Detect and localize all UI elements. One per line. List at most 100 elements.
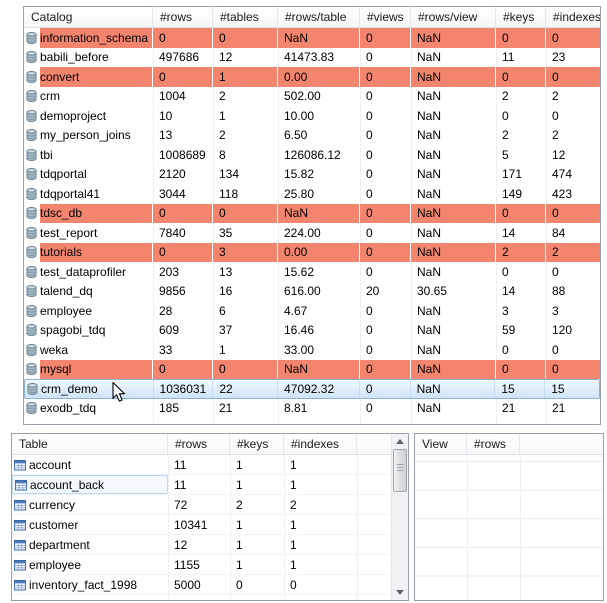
name-label: department: [29, 538, 90, 552]
catalog-row-exodb_tdq[interactable]: exodb_tdq185218.810NaN2121: [24, 399, 600, 419]
column-header--tables[interactable]: #tables: [213, 7, 278, 27]
catalog-row-tdsc_db[interactable]: tdsc_db00NaN0NaN00: [24, 204, 600, 224]
name-cell: tutorials: [24, 243, 153, 263]
value-cell: 0: [360, 126, 411, 146]
value-cell: 25.80: [278, 184, 360, 204]
column-header-view[interactable]: View: [415, 434, 467, 454]
tables-row-account[interactable]: account1111: [12, 455, 392, 475]
catalog-row-tutorials[interactable]: tutorials030.000NaN22: [24, 243, 600, 263]
column-header-blank[interactable]: [357, 434, 392, 454]
value-cell: 4.67: [278, 301, 360, 321]
name-cell: weka: [24, 340, 153, 360]
value-cell: 3044: [153, 184, 213, 204]
value-cell: 0: [360, 67, 411, 87]
column-header--rows-view[interactable]: #rows/view: [411, 7, 496, 27]
value-cell: NaN: [411, 399, 496, 419]
value-cell: 21: [496, 399, 546, 419]
scroll-thumb[interactable]: [393, 449, 407, 492]
value-cell: 0: [496, 204, 546, 224]
catalog-row-crm_demo[interactable]: crm_demo10360312247092.320NaN1515: [24, 379, 600, 399]
name-label: customer: [29, 518, 78, 532]
catalog-row-test_dataprofiler[interactable]: test_dataprofiler2031315.620NaN00: [24, 262, 600, 282]
value-cell: 497686: [153, 48, 213, 68]
tables-row-customer[interactable]: customer1034111: [12, 515, 392, 535]
value-cell: NaN: [411, 380, 496, 398]
value-cell: 28: [153, 301, 213, 321]
catalog-row-spagobi_tdq[interactable]: spagobi_tdq6093716.460NaN59120: [24, 321, 600, 341]
catalog-row-test_report[interactable]: test_report784035224.000NaN1484: [24, 223, 600, 243]
name-cell: demoproject: [24, 106, 153, 126]
triangle-up-icon: [396, 439, 404, 444]
catalog-row-crm[interactable]: crm10042502.000NaN22: [24, 87, 600, 107]
name-cell: account: [12, 455, 168, 474]
table-icon: [15, 479, 27, 491]
name-cell: account_back: [12, 475, 168, 494]
tables-row-employee[interactable]: employee115511: [12, 555, 392, 575]
tables-row-department[interactable]: department1211: [12, 535, 392, 555]
name-label: my_person_joins: [40, 128, 131, 142]
value-cell: 12: [546, 145, 600, 165]
column-header--keys[interactable]: #keys: [496, 7, 546, 27]
value-cell: 22: [213, 380, 278, 398]
value-cell: [357, 535, 392, 554]
catalog-row-mysql[interactable]: mysql00NaN0NaN00: [24, 360, 600, 380]
value-cell: 0: [360, 204, 411, 224]
column-header-catalog[interactable]: Catalog: [24, 7, 153, 27]
scroll-down-button[interactable]: [392, 585, 408, 600]
tables-row-account_back[interactable]: account_back1111: [12, 475, 392, 495]
value-cell: 1: [284, 515, 357, 534]
value-cell: [357, 475, 392, 494]
column-header--rows[interactable]: #rows: [153, 7, 213, 27]
database-icon: [26, 149, 37, 161]
value-cell: 0: [496, 106, 546, 126]
column-header--rows-table[interactable]: #rows/table: [278, 7, 360, 27]
database-icon: [26, 402, 37, 414]
catalog-row-information_schema[interactable]: information_schema00NaN0NaN00: [24, 28, 600, 48]
value-cell: NaN: [411, 262, 496, 282]
catalog-row-talend_dq[interactable]: talend_dq985616616.002030.651488: [24, 282, 600, 302]
value-cell: 0: [153, 360, 213, 380]
views-table-header: View#rows: [415, 434, 603, 455]
value-cell: 30.65: [411, 282, 496, 302]
catalog-row-weka[interactable]: weka33133.000NaN00: [24, 340, 600, 360]
value-cell: 16: [213, 282, 278, 302]
column-header--keys[interactable]: #keys: [230, 434, 284, 454]
name-label: spagobi_tdq: [40, 323, 105, 337]
database-icon: [26, 71, 37, 83]
column-header--rows[interactable]: #rows: [168, 434, 230, 454]
catalog-row-tdqportal41[interactable]: tdqportal41304411825.800NaN149423: [24, 184, 600, 204]
column-header-table[interactable]: Table: [12, 434, 168, 454]
value-cell: NaN: [411, 184, 496, 204]
name-label: tbi: [40, 148, 53, 162]
value-cell: 1: [230, 455, 284, 474]
value-cell: 10341: [168, 515, 230, 534]
scroll-up-button[interactable]: [392, 434, 408, 449]
catalog-row-babili_before[interactable]: babili_before4976861241473.830NaN1123: [24, 48, 600, 68]
tables-row-position[interactable]: position1811: [12, 595, 392, 601]
tables-row-inventory_fact_1998[interactable]: inventory_fact_1998500000: [12, 575, 392, 595]
column-header--indexes[interactable]: #indexes: [284, 434, 357, 454]
value-cell: 502.00: [278, 87, 360, 107]
vertical-scrollbar[interactable]: [391, 434, 408, 600]
column-header--indexes[interactable]: #indexes: [546, 7, 600, 27]
value-cell: NaN: [411, 360, 496, 380]
catalog-row-my_person_joins[interactable]: my_person_joins1326.500NaN22: [24, 126, 600, 146]
value-cell: 21: [546, 399, 600, 419]
tables-row-currency[interactable]: currency7222: [12, 495, 392, 515]
catalog-row-tdqportal[interactable]: tdqportal212013415.820NaN171474: [24, 165, 600, 185]
column-header--views[interactable]: #views: [360, 7, 411, 27]
name-label: crm_demo: [41, 382, 98, 396]
catalog-row-tbi[interactable]: tbi10086898126086.120NaN512: [24, 145, 600, 165]
value-cell: 0.00: [278, 243, 360, 263]
column-header--rows[interactable]: #rows: [467, 434, 520, 454]
value-cell: 1: [284, 595, 357, 601]
name-label: weka: [40, 343, 68, 357]
catalog-row-convert[interactable]: convert010.000NaN00: [24, 67, 600, 87]
value-cell: 2: [284, 495, 357, 514]
column-header-blank[interactable]: [520, 434, 603, 454]
value-cell: 41473.83: [278, 48, 360, 68]
catalog-row-employee[interactable]: employee2864.670NaN33: [24, 301, 600, 321]
catalog-row-demoproject[interactable]: demoproject10110.000NaN00: [24, 106, 600, 126]
database-icon: [26, 188, 37, 200]
value-cell: 0: [360, 28, 411, 48]
